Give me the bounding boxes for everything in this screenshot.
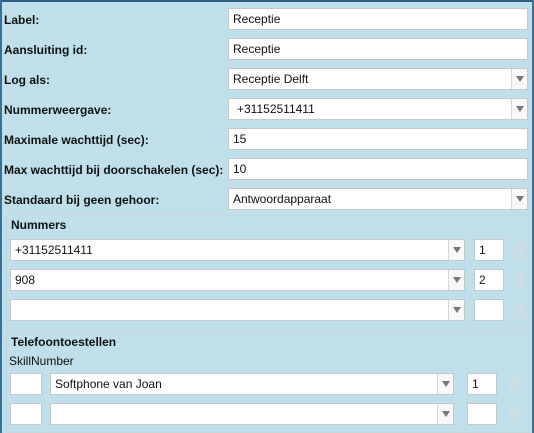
- numbers-group: Nummers +31152511411 1 908 2: [6, 215, 530, 328]
- number-display-value: +31152511411: [237, 102, 315, 116]
- skill-input-1[interactable]: [10, 373, 42, 395]
- default-no-answer-row: Standaard bij geen gehoor: Antwoordappar…: [4, 186, 530, 216]
- number-display-label: Nummerweergave:: [4, 103, 112, 117]
- max-wait-forward-input[interactable]: 10: [228, 158, 528, 180]
- number-order-1[interactable]: 1: [474, 239, 504, 261]
- number-value-1: +31152511411: [15, 243, 93, 257]
- label-input[interactable]: Receptie: [228, 8, 528, 30]
- skillnumber-header: SkillNumber: [9, 354, 74, 368]
- chevron-down-icon[interactable]: [448, 270, 464, 290]
- left-border: [0, 0, 2, 433]
- device-select-2[interactable]: [50, 403, 454, 425]
- number-order-2[interactable]: 2: [474, 269, 504, 291]
- trash-icon[interactable]: [512, 302, 526, 318]
- max-wait-forward-label: Max wachttijd bij doorschakelen (sec):: [4, 163, 224, 177]
- default-no-answer-label: Standaard bij geen gehoor:: [4, 193, 160, 207]
- chevron-down-icon[interactable]: [511, 69, 527, 89]
- log-as-label: Log als:: [4, 73, 51, 87]
- default-no-answer-select[interactable]: Antwoordapparaat: [228, 188, 528, 210]
- max-wait-row: Maximale wachttijd (sec): 15: [4, 126, 530, 156]
- trash-icon[interactable]: [508, 406, 522, 422]
- chevron-down-icon[interactable]: [511, 189, 527, 209]
- number-display-row: Nummerweergave: +31152511411: [4, 96, 530, 126]
- phones-group: Telefoontoestellen SkillNumber Softphone…: [6, 332, 530, 433]
- default-no-answer-value: Antwoordapparaat: [233, 192, 332, 206]
- number-select-2[interactable]: 908: [10, 269, 465, 291]
- log-as-row: Log als: Receptie Delft: [4, 66, 530, 96]
- chevron-down-icon[interactable]: [437, 374, 453, 394]
- trash-icon[interactable]: [512, 272, 526, 288]
- max-wait-input[interactable]: 15: [228, 128, 528, 150]
- phones-title: Telefoontoestellen: [11, 335, 117, 349]
- log-as-select[interactable]: Receptie Delft: [228, 68, 528, 90]
- number-select-3[interactable]: [10, 299, 465, 321]
- number-value-2: 908: [15, 273, 36, 287]
- trash-icon[interactable]: [508, 376, 522, 392]
- connection-id-input[interactable]: Receptie: [228, 38, 528, 60]
- device-select-1[interactable]: Softphone van Joan: [50, 373, 454, 395]
- chevron-down-icon[interactable]: [511, 99, 527, 119]
- device-value-1: Softphone van Joan: [55, 377, 162, 391]
- skill-input-2[interactable]: [10, 403, 42, 425]
- device-order-2[interactable]: [467, 403, 497, 425]
- number-select-1[interactable]: +31152511411: [10, 239, 465, 261]
- log-as-value: Receptie Delft: [233, 72, 309, 86]
- connection-id-row: Aansluiting id: Receptie: [4, 36, 530, 66]
- number-order-3[interactable]: [474, 299, 504, 321]
- label-row: Label: Receptie: [4, 6, 530, 36]
- numbers-title: Nummers: [11, 218, 67, 232]
- connection-id-label: Aansluiting id:: [4, 43, 88, 57]
- max-wait-label: Maximale wachttijd (sec):: [4, 133, 149, 147]
- chevron-down-icon[interactable]: [448, 300, 464, 320]
- top-border: [0, 0, 534, 2]
- chevron-down-icon[interactable]: [437, 404, 453, 424]
- number-display-select[interactable]: +31152511411: [228, 98, 528, 120]
- trash-icon[interactable]: [512, 242, 526, 258]
- chevron-down-icon[interactable]: [448, 240, 464, 260]
- label-label: Label:: [4, 13, 40, 27]
- max-wait-forward-row: Max wachttijd bij doorschakelen (sec): 1…: [4, 156, 530, 186]
- device-order-1[interactable]: 1: [467, 373, 497, 395]
